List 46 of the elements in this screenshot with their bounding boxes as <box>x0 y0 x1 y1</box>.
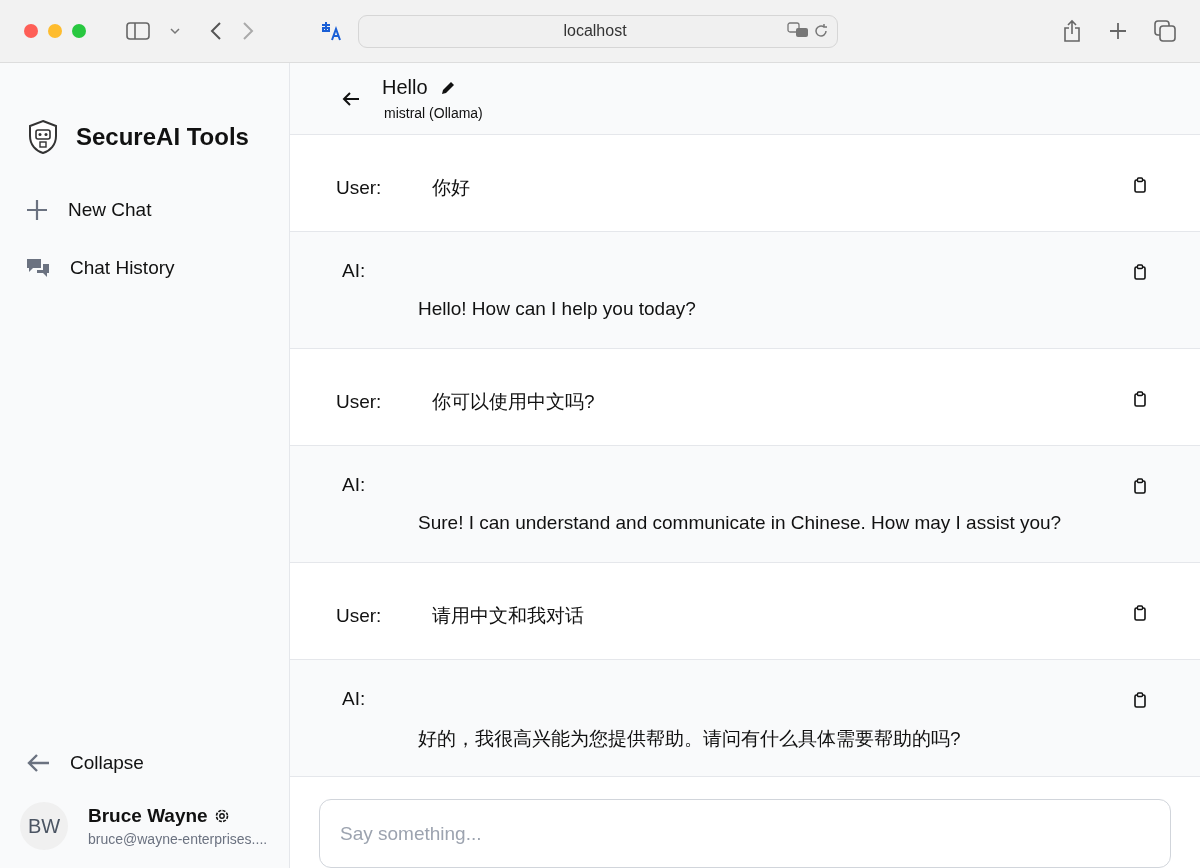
plus-icon[interactable] <box>1108 21 1128 41</box>
plus-icon <box>26 199 48 221</box>
chevron-down-icon[interactable] <box>170 27 180 35</box>
pencil-icon[interactable] <box>439 79 456 96</box>
share-icon[interactable] <box>1062 19 1082 43</box>
speaker-label: User: <box>336 605 383 627</box>
close-window-button[interactable] <box>24 24 38 38</box>
model-name: mistral (Ollama) <box>383 105 483 121</box>
robot-shield-logo-icon <box>26 119 60 155</box>
message-text: 你好 <box>432 176 470 200</box>
translate-icon[interactable] <box>320 20 342 42</box>
speaker-label: AI: <box>342 260 366 282</box>
translate-bubble-icon[interactable] <box>787 22 809 40</box>
back-icon[interactable] <box>210 21 222 41</box>
speaker-label: AI: <box>342 688 366 710</box>
speaker-label: User: <box>336 391 383 413</box>
collapse-button[interactable]: Collapse <box>26 734 289 792</box>
message-text: 请用中文和我对话 <box>432 604 584 628</box>
message-input[interactable]: Say something... <box>319 799 1171 868</box>
brand-name: SecureAI Tools <box>76 123 249 151</box>
message-text: 好的，我很高兴能为您提供帮助。请问有什么具体需要帮助的吗? <box>418 727 962 751</box>
sidebar-item[interactable]: Chat History <box>26 239 289 297</box>
user-email: bruce@wayne-enterprises.... <box>88 831 268 847</box>
clipboard-icon[interactable] <box>1134 605 1146 621</box>
settings-icon[interactable] <box>213 808 230 824</box>
arrow-left-icon <box>26 753 50 773</box>
chat-bubbles-icon <box>26 257 50 279</box>
sidebar-toggle-icon[interactable] <box>126 21 150 41</box>
clipboard-icon[interactable] <box>1134 692 1146 708</box>
back-arrow-icon[interactable] <box>342 90 360 107</box>
tabs-overview-icon[interactable] <box>1154 20 1176 42</box>
clipboard-icon[interactable] <box>1134 264 1146 280</box>
chat-title: Hello <box>382 76 428 99</box>
message-text: Sure! I can understand and communicate in Chinese. How may I assist you? <box>418 512 1063 534</box>
message-text: Hello! How can I help you today? <box>418 298 697 320</box>
clipboard-icon[interactable] <box>1134 478 1146 494</box>
reload-icon[interactable] <box>813 23 829 39</box>
speaker-label: AI: <box>342 474 366 496</box>
user-avatar: BW <box>20 802 68 850</box>
user-name: Bruce Wayne <box>88 805 208 827</box>
speaker-label: User: <box>336 177 383 199</box>
address-bar[interactable]: localhost <box>358 14 838 48</box>
clipboard-icon[interactable] <box>1134 177 1146 193</box>
clipboard-icon[interactable] <box>1134 391 1146 407</box>
message-text: 你可以使用中文吗? <box>432 390 595 414</box>
sidebar-item[interactable]: New Chat <box>26 181 289 239</box>
